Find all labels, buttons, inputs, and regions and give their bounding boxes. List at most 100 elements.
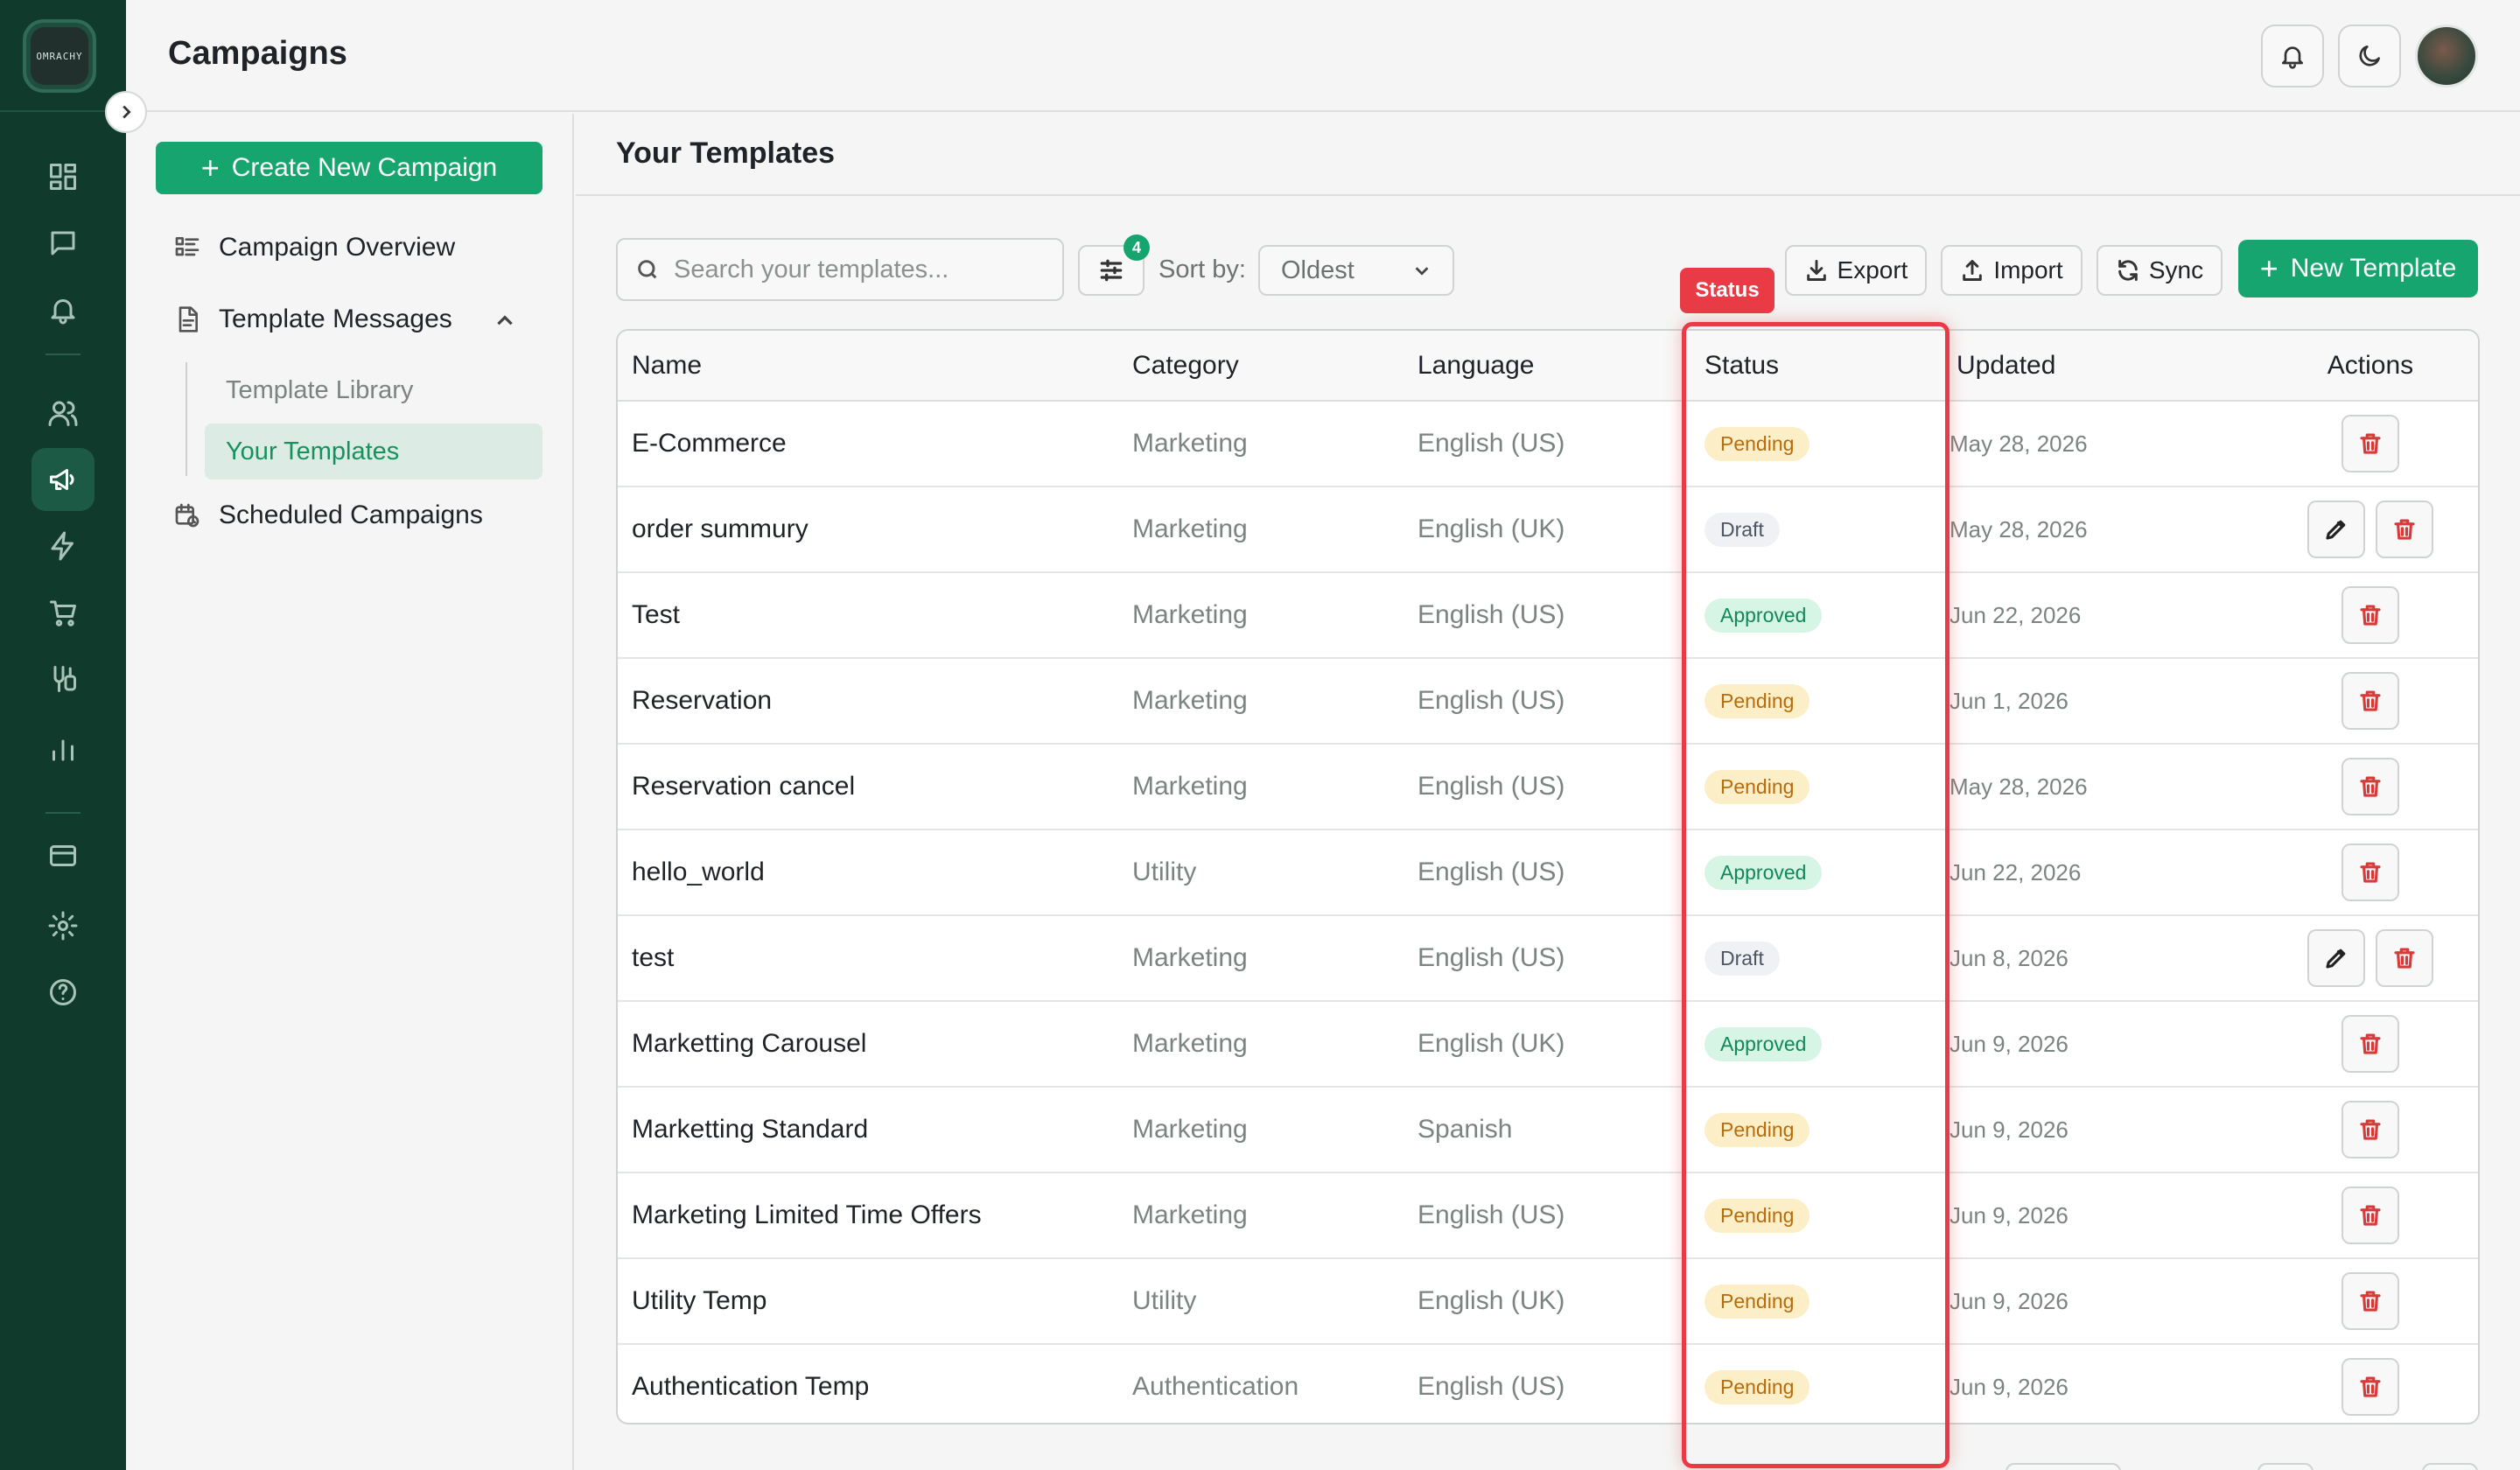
sidebar-collapse-button[interactable] — [105, 91, 147, 133]
cell-status: Approved — [1690, 572, 1942, 659]
search-input[interactable] — [674, 255, 1041, 284]
delete-button[interactable] — [2342, 1358, 2399, 1416]
analytics-icon[interactable] — [32, 718, 94, 780]
cell-language: English (UK) — [1404, 1258, 1690, 1345]
edit-button[interactable] — [2307, 500, 2365, 558]
cell-updated: Jun 9, 2026 — [1942, 1001, 2263, 1088]
prev-page-button[interactable] — [2258, 1463, 2314, 1470]
templates-table: Name Category Language Status Updated Ac… — [616, 329, 2480, 1424]
export-button[interactable]: Export — [1785, 245, 1927, 296]
table-row[interactable]: hello_world Utility English (US) Approved Ju… — [618, 830, 2478, 916]
bolt-icon[interactable] — [32, 514, 94, 578]
cell-name: test — [618, 915, 1118, 1002]
page-title: Campaigns — [168, 35, 347, 72]
app-logo[interactable]: OMRACHY — [23, 19, 96, 93]
cart-icon[interactable] — [32, 581, 94, 644]
nav-template-messages[interactable]: Template Messages — [173, 304, 452, 334]
header-category[interactable]: Category — [1118, 331, 1404, 402]
table-row[interactable]: Marketting Carousel Marketing English (UK)… — [618, 1001, 2478, 1088]
delete-button[interactable] — [2342, 1015, 2399, 1073]
nav-your-templates[interactable]: Your Templates — [205, 424, 542, 480]
help-icon[interactable] — [32, 961, 94, 1024]
contacts-icon[interactable] — [32, 382, 94, 444]
cell-name: E-Commerce — [618, 401, 1118, 487]
delete-button[interactable] — [2376, 500, 2433, 558]
status-badge: Approved — [1704, 598, 1823, 633]
cell-language: English (US) — [1404, 744, 1690, 830]
cell-updated: Jun 22, 2026 — [1942, 572, 2263, 659]
delete-button[interactable] — [2342, 758, 2399, 816]
cell-category: Marketing — [1118, 401, 1404, 487]
next-page-button[interactable] — [2422, 1463, 2478, 1470]
status-badge: Pending — [1704, 1369, 1810, 1404]
trash-icon — [2357, 1288, 2384, 1314]
page-size-select[interactable] — [2006, 1463, 2121, 1470]
nav-scheduled-campaigns[interactable]: Scheduled Campaigns — [173, 500, 483, 530]
cell-name: Utility Temp — [618, 1258, 1118, 1345]
import-button[interactable]: Import — [1941, 245, 2082, 296]
delete-button[interactable] — [2342, 415, 2399, 472]
cell-name: Marketting Standard — [618, 1087, 1118, 1173]
edit-button[interactable] — [2307, 929, 2365, 987]
template-search[interactable] — [616, 238, 1064, 301]
create-campaign-button[interactable]: + Create New Campaign — [156, 142, 542, 194]
new-template-label: New Template — [2290, 254, 2457, 283]
user-avatar[interactable] — [2415, 24, 2478, 88]
delete-button[interactable] — [2342, 586, 2399, 644]
table-row[interactable]: Marketing Limited Time Offers Marketing En… — [618, 1172, 2478, 1259]
cell-category: Marketing — [1118, 1087, 1404, 1173]
chevron-up-icon[interactable] — [494, 310, 516, 332]
table-row[interactable]: Marketting Standard Marketing Spanish Pendi… — [618, 1087, 2478, 1173]
settings-gear-icon[interactable] — [32, 894, 94, 957]
trash-icon — [2357, 1202, 2384, 1228]
header-status[interactable]: Status — [1690, 331, 1942, 402]
cell-category: Utility — [1118, 1258, 1404, 1345]
nav-template-library[interactable]: Template Library — [205, 362, 542, 418]
cell-language: English (US) — [1404, 915, 1690, 1002]
bell-icon[interactable] — [32, 278, 94, 341]
table-row[interactable]: Authentication Temp Authentication English… — [618, 1344, 2478, 1423]
theme-toggle-button[interactable] — [2338, 24, 2401, 88]
chevron-down-icon — [1415, 267, 1429, 276]
status-badge: Pending — [1704, 683, 1810, 718]
chat-icon[interactable] — [32, 212, 94, 275]
cell-name: hello_world — [618, 830, 1118, 916]
delete-button[interactable] — [2342, 1186, 2399, 1244]
delete-button[interactable] — [2342, 672, 2399, 730]
billing-card-icon[interactable] — [32, 824, 94, 887]
header-name[interactable]: Name — [618, 331, 1118, 402]
header-language[interactable]: Language — [1404, 331, 1690, 402]
table-row[interactable]: test Marketing English (US) Draft Jun 8, 202… — [618, 915, 2478, 1002]
notifications-button[interactable] — [2261, 24, 2324, 88]
cell-category: Utility — [1118, 830, 1404, 916]
table-row[interactable]: Reservation cancel Marketing English (US) P… — [618, 744, 2478, 830]
header-updated[interactable]: Updated — [1942, 331, 2263, 402]
table-row[interactable]: Reservation Marketing English (US) Pending J… — [618, 658, 2478, 745]
delete-button[interactable] — [2342, 844, 2399, 901]
cell-name: order summury — [618, 486, 1118, 573]
cell-updated: May 28, 2026 — [1942, 744, 2263, 830]
status-badge: Approved — [1704, 1026, 1823, 1061]
delete-button[interactable] — [2342, 1101, 2399, 1158]
icon-rail: OMRACHY — [0, 0, 126, 1470]
megaphone-icon[interactable] — [32, 448, 94, 511]
sub-nav-label: Your Templates — [226, 437, 400, 466]
sync-label: Sync — [2148, 256, 2204, 284]
create-campaign-label: Create New Campaign — [231, 153, 498, 182]
new-template-button[interactable]: + New Template — [2238, 240, 2478, 298]
table-row[interactable]: order summury Marketing English (UK) Draft M… — [618, 486, 2478, 573]
table-row[interactable]: E-Commerce Marketing English (US) Pending Ma… — [618, 401, 2478, 487]
nav-campaign-overview[interactable]: Campaign Overview — [173, 233, 455, 262]
trash-icon — [2357, 859, 2384, 886]
integrations-icon[interactable] — [32, 648, 94, 710]
cell-actions — [2263, 401, 2478, 487]
dashboard-icon[interactable] — [32, 145, 94, 208]
table-row[interactable]: Utility Temp Utility English (UK) Pending Ju… — [618, 1258, 2478, 1345]
table-row[interactable]: Test Marketing English (US) Approved Jun 22,… — [618, 572, 2478, 659]
status-badge: Pending — [1704, 426, 1810, 461]
sync-button[interactable]: Sync — [2096, 245, 2222, 296]
delete-button[interactable] — [2342, 1272, 2399, 1330]
sort-select[interactable]: Oldest — [1258, 245, 1454, 296]
sub-nav-label: Template Library — [226, 375, 414, 404]
delete-button[interactable] — [2376, 929, 2433, 987]
